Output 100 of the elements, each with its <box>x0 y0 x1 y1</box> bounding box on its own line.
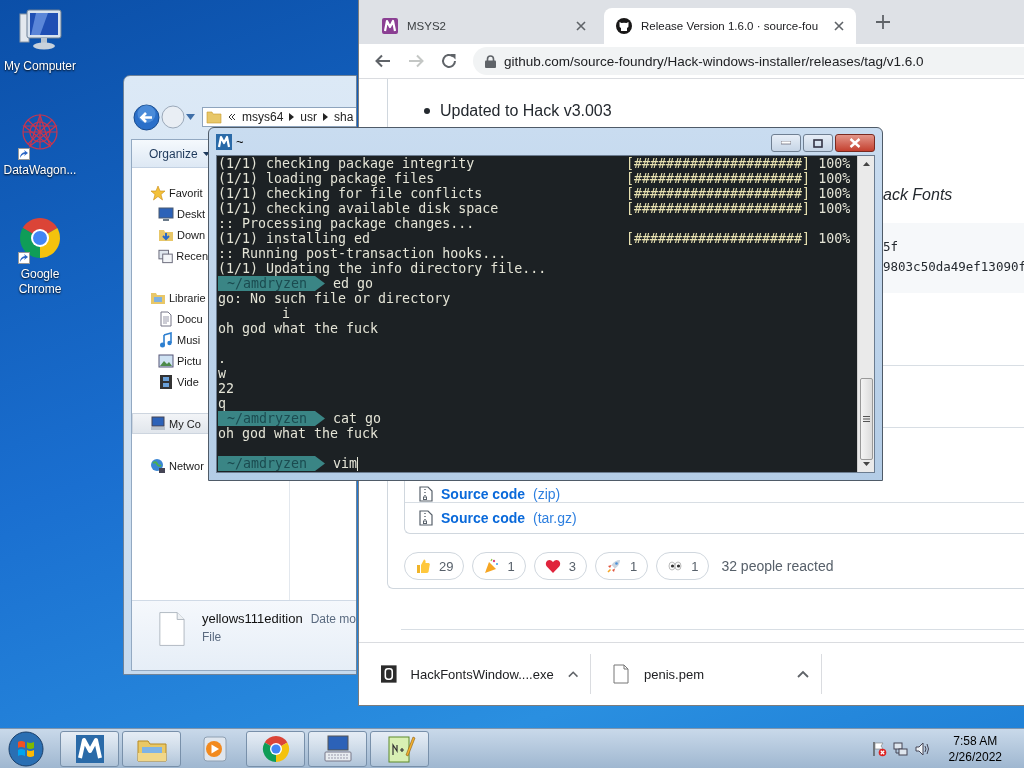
asset-link[interactable]: Source code <box>441 486 526 502</box>
terminal-line: i <box>281 306 291 321</box>
terminal-app-icon <box>381 664 397 684</box>
download-item[interactable]: penis.pem <box>602 654 822 694</box>
caret-up-icon[interactable] <box>567 670 578 678</box>
document-icon <box>158 310 174 327</box>
percent-text: 100% <box>818 231 851 246</box>
file-icon <box>159 609 185 649</box>
breadcrumb-item[interactable]: sha <box>334 110 354 124</box>
monitor-icon <box>158 205 174 222</box>
terminal-line: (1/1) installing ed <box>218 231 372 246</box>
minimize-icon <box>781 141 791 145</box>
taskbar-button[interactable] <box>370 730 429 767</box>
rocket-icon <box>605 558 622 574</box>
back-button[interactable] <box>133 103 160 131</box>
asset-format: (tar.gz) <box>533 510 577 526</box>
logo-icon <box>216 133 232 150</box>
reaction-button[interactable]: 1 <box>656 552 710 580</box>
bullet-icon <box>424 108 430 114</box>
computer-icon <box>150 415 166 432</box>
arrow-up-icon[interactable] <box>862 162 870 166</box>
checksum-text: 9803c50da49ef13090f <box>883 258 1024 276</box>
terminal-line: go: No such file or directory <box>218 291 451 306</box>
flag-icon[interactable] <box>870 740 887 757</box>
caret-icon[interactable] <box>186 114 195 120</box>
percent-text: 100% <box>818 186 851 201</box>
grip-icon <box>862 416 870 422</box>
terminal-line: :: Running post-transaction hooks... <box>218 246 507 261</box>
download-item[interactable]: HackFontsWindow....exe <box>371 654 591 694</box>
nav-item[interactable]: Pictu <box>132 350 209 371</box>
star-icon <box>150 184 166 201</box>
asset-format: (zip) <box>533 486 561 502</box>
command-text: vim <box>333 456 358 471</box>
taskbar-button[interactable] <box>122 730 181 767</box>
party-popper-icon <box>483 558 500 574</box>
checksum-text: 5f <box>883 238 900 256</box>
nav-item[interactable]: Musi <box>132 329 209 350</box>
zip-file-icon <box>419 486 433 502</box>
clock[interactable]: 7:58 AM 2/26/2022 <box>948 732 1002 765</box>
nav-item[interactable]: Down <box>132 224 209 245</box>
film-strip-icon <box>158 373 174 390</box>
nav-item[interactable]: Deskt <box>132 203 209 224</box>
nav-item[interactable]: Docu <box>132 308 209 329</box>
terminal-line: (1/1) checking for file conflicts <box>218 186 484 201</box>
organize-button[interactable]: Organize <box>149 146 210 161</box>
terminal-line: 22 <box>218 381 234 396</box>
terminal-line: (1/1) Updating the info directory file... <box>218 261 547 276</box>
browser-tab[interactable]: MSYS2 <box>370 8 598 44</box>
keyboard-icon <box>321 732 354 765</box>
arrow-down-icon[interactable] <box>862 462 870 466</box>
nav-item[interactable]: Vide <box>132 371 209 392</box>
back-arrow-icon[interactable] <box>374 52 392 70</box>
progress-text: [#####################] <box>626 156 811 171</box>
close-icon[interactable] <box>576 21 586 31</box>
url-field[interactable]: github.com/source-foundry/Hack-windows-installer/releases/tag/v1.6.0 <box>473 47 1024 75</box>
browser-tab[interactable]: Release Version 1.6.0 · source-fou <box>604 8 856 44</box>
terminal-line: (1/1) checking package integrity <box>218 156 476 171</box>
file-type: File <box>201 630 223 644</box>
nav-item[interactable]: Networ <box>132 455 209 476</box>
start-button[interactable] <box>8 730 44 767</box>
nav-item[interactable]: Librarie <box>132 287 209 308</box>
caret-up-icon[interactable] <box>797 670 809 678</box>
column-label: Date mo <box>310 612 356 626</box>
nav-item[interactable]: My Co <box>132 413 209 434</box>
nav-item[interactable]: Recen <box>132 245 209 266</box>
reload-icon[interactable] <box>440 52 458 70</box>
reaction-button[interactable]: 3 <box>533 552 587 580</box>
breadcrumb-item[interactable]: usr <box>300 110 317 124</box>
address-bar[interactable]: msys64 usr sha <box>202 107 356 127</box>
command-text: ed go <box>333 276 374 291</box>
reaction-button[interactable]: 29 <box>404 552 465 580</box>
percent-text: 100% <box>818 171 851 186</box>
close-button[interactable] <box>835 134 875 152</box>
breadcrumb-item[interactable]: msys64 <box>242 110 284 124</box>
asset-link[interactable]: Source code <box>441 510 526 526</box>
reaction-button[interactable]: 1 <box>472 552 526 580</box>
close-icon[interactable] <box>834 21 844 31</box>
file-name: yellows111edition <box>201 611 303 626</box>
section-heading: ack Fonts <box>883 185 954 205</box>
maximize-button[interactable] <box>803 134 833 152</box>
desktop-icon-label: My Computer <box>3 59 77 74</box>
reaction-button[interactable]: 1 <box>594 552 649 580</box>
scrollbar[interactable] <box>857 156 874 472</box>
progress-text: [#####################] <box>626 201 811 216</box>
minimize-button[interactable] <box>771 134 801 152</box>
taskbar-button[interactable] <box>308 730 367 767</box>
network-icon[interactable] <box>892 740 909 757</box>
scroll-thumb[interactable] <box>859 378 873 460</box>
taskbar-button[interactable] <box>60 730 119 767</box>
chevron-right-icon <box>289 113 295 121</box>
speaker-icon[interactable] <box>914 740 931 757</box>
folder-icon <box>206 109 222 125</box>
release-note: Updated to Hack v3.003 <box>440 101 612 121</box>
eyes-icon <box>667 558 684 574</box>
taskbar-button[interactable] <box>246 730 305 767</box>
terminal-line: . <box>218 351 226 366</box>
chevron-right-icon <box>323 113 328 121</box>
nav-item[interactable]: Favorit <box>132 182 209 203</box>
music-note-icon <box>158 331 174 348</box>
plus-icon[interactable] <box>876 15 890 29</box>
